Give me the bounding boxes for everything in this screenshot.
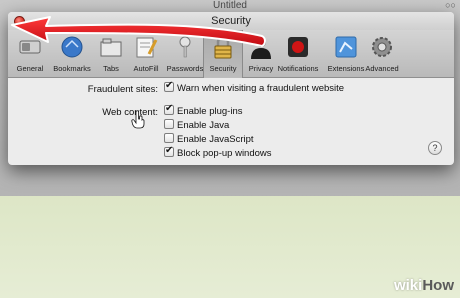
privacy-silhouette-icon [251, 37, 271, 59]
enable-java-label: Enable Java [177, 120, 230, 131]
extensions-puzzle-icon [335, 36, 357, 58]
browser-toolbar-controls[interactable]: ○○ [426, 0, 456, 12]
tab-notifications-label: Notifications [277, 64, 319, 73]
advanced-gear-icon [372, 37, 392, 57]
enable-plugins-label: Enable plug-ins [177, 106, 243, 117]
tabs-icon [100, 38, 122, 57]
browser-title: Untitled [213, 0, 247, 11]
tab-notifications[interactable]: Notifications [278, 30, 318, 78]
tab-advanced-label: Advanced [365, 64, 399, 73]
dialog-title: Security [8, 12, 454, 30]
enable-java-checkbox[interactable] [164, 119, 174, 130]
notifications-icon [288, 37, 308, 57]
bookmarks-book-icon [61, 36, 83, 58]
enable-plugins-checkbox[interactable] [164, 103, 174, 116]
enable-java-option[interactable]: Enable Java [164, 119, 230, 132]
warn-fraudulent-label: Warn when visiting a fraudulent website [177, 83, 345, 94]
enable-javascript-checkbox[interactable] [164, 133, 174, 144]
autofill-pencil-icon [136, 37, 158, 58]
tab-general[interactable]: General [10, 30, 50, 78]
preferences-toolbar: General Bookmarks Tabs AutoFill Password… [8, 30, 454, 78]
security-settings-pane: Fraudulent sites: Warn when visiting a f… [8, 79, 454, 165]
close-button[interactable] [14, 16, 25, 27]
security-preferences-dialog: Security General Bookmarks Tabs AutoFill… [8, 12, 454, 165]
warn-fraudulent-option[interactable]: Warn when visiting a fraudulent website [164, 80, 345, 95]
enable-javascript-option[interactable]: Enable JavaScript [164, 133, 254, 146]
browser-page-background [0, 196, 460, 298]
tab-advanced[interactable]: Advanced [362, 30, 402, 78]
watermark-brand-light: wiki [393, 277, 423, 294]
lock-icon [214, 35, 232, 59]
enable-javascript-label: Enable JavaScript [177, 134, 254, 145]
block-popups-option[interactable]: Block pop-up windows [164, 145, 272, 160]
help-button[interactable]: ? [428, 141, 442, 155]
block-popups-checkbox[interactable] [164, 145, 174, 158]
enable-plugins-option[interactable]: Enable plug-ins [164, 103, 243, 118]
warn-fraudulent-checkbox[interactable] [164, 80, 174, 93]
hand-cursor-icon [131, 111, 145, 129]
general-switch-icon [19, 40, 41, 54]
wikihow-watermark: wikiHow [394, 277, 454, 294]
fraudulent-sites-label: Fraudulent sites: [87, 84, 158, 95]
passwords-key-icon [179, 36, 191, 58]
block-popups-label: Block pop-up windows [177, 148, 272, 159]
watermark-brand-dark: How [422, 277, 454, 294]
